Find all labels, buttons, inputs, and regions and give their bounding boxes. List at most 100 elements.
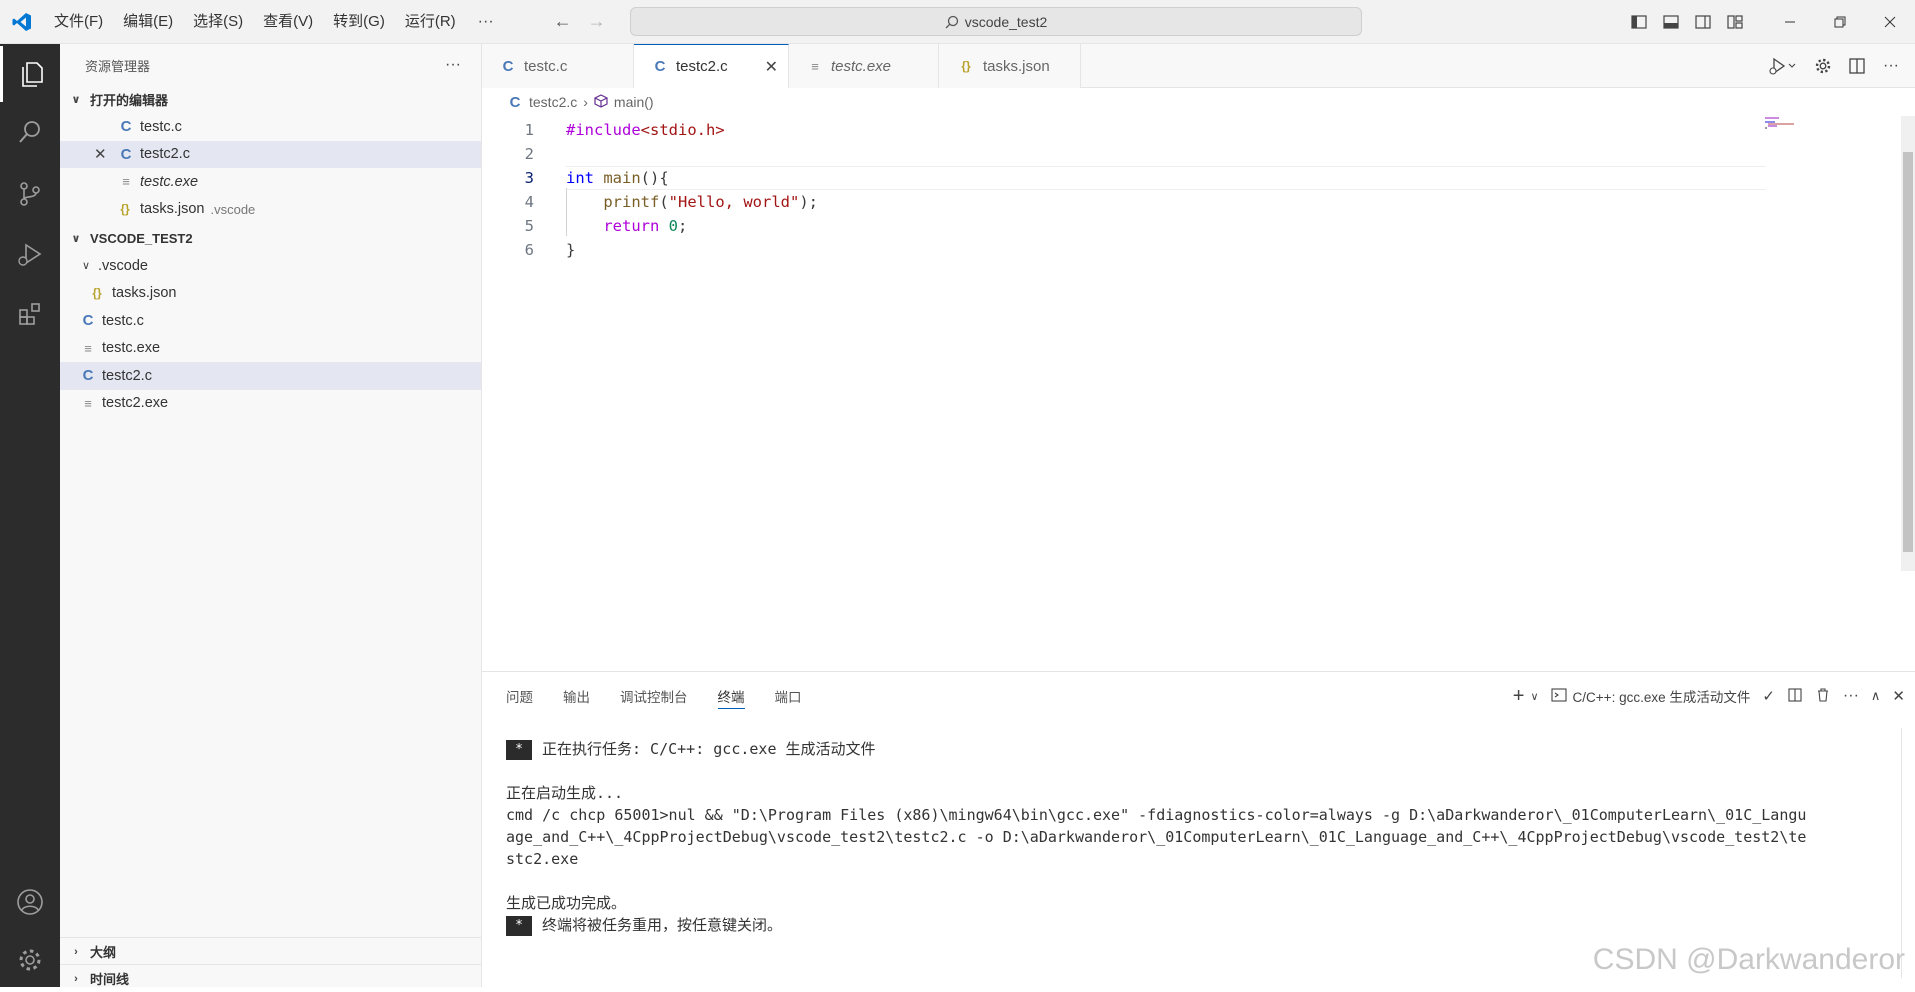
code-editor[interactable]: 1 #include<stdio.h> 2 3 int main(){ 4 pr… [482,116,1915,671]
tab-debug-console[interactable]: 调试控制台 [620,672,688,720]
run-and-debug-icon[interactable] [0,226,60,282]
breadcrumb-symbol[interactable]: main() [614,94,654,110]
trash-icon[interactable] [1815,687,1831,706]
open-editors-header[interactable]: ∨ 打开的编辑器 [60,86,481,113]
tab-ports[interactable]: 端口 [775,672,802,720]
workspace-header[interactable]: ∨ VSCODE_TEST2 [60,225,481,252]
more-actions-button[interactable]: ··· [1877,57,1905,75]
timeline-section-header[interactable]: › 时间线 [60,964,482,992]
file-item[interactable]: C testc.c [60,307,481,335]
menu-selection[interactable]: 选择(S) [183,7,253,37]
manage-gear-icon[interactable] [0,932,60,988]
new-terminal-plus-icon[interactable]: + [1513,685,1525,708]
close-editor-icon[interactable]: ✕ [94,145,107,163]
folder-label: .vscode [98,257,148,274]
source-control-icon[interactable] [0,166,60,222]
outline-title: 大纲 [90,945,117,960]
toggle-panel-icon[interactable] [1655,0,1687,44]
close-tab-icon[interactable]: ✕ [765,57,778,77]
open-editor-item-active[interactable]: ✕ C testc2.c [60,140,481,168]
watermark: CSDN @Darkwanderor [1592,943,1905,976]
editor-actions: ··· [1761,44,1905,88]
tab-tasks-json[interactable]: {} tasks.json [939,44,1081,88]
code-token: ); [799,193,818,211]
title-right-controls [1623,0,1915,44]
file-label: testc2.c [102,367,152,384]
open-editor-item[interactable]: ≡ testc.exe [60,168,481,196]
terminal-line: stc2.exe [506,850,579,868]
tab-problems[interactable]: 问题 [506,672,533,720]
terminal-line: * 终端将被任务重用，按任意键关闭。 [506,914,1886,936]
run-debug-icon[interactable] [1761,57,1803,75]
file-item-selected[interactable]: C testc2.c [60,362,481,390]
maximize-panel-icon[interactable]: ∧ [1871,688,1881,704]
code-token: ( [659,193,669,211]
minimap[interactable] [1765,117,1825,137]
toggle-primary-sidebar-icon[interactable] [1623,0,1655,44]
open-editor-label: testc.exe [140,173,199,190]
menu-view[interactable]: 查看(V) [253,7,323,37]
menu-edit[interactable]: 编辑(E) [113,7,183,37]
customize-layout-icon[interactable] [1719,0,1751,44]
editor-scrollbar[interactable] [1901,116,1915,571]
menu-run[interactable]: 运行(R) [395,7,466,37]
tab-label: testc.exe [831,57,892,75]
split-editor-icon[interactable] [1843,57,1871,75]
sidebar-more-button[interactable]: ··· [445,56,461,74]
code-token: return [603,217,660,235]
forward-arrow-icon[interactable]: → [580,11,614,32]
minimize-icon[interactable] [1765,0,1815,44]
tab-testc2-c[interactable]: C testc2.c ✕ [634,44,789,88]
restore-icon[interactable] [1815,0,1865,44]
folder-item[interactable]: ∨ .vscode [60,252,481,280]
line-number: 4 [524,193,534,211]
tab-testc-exe[interactable]: ≡ testc.exe [789,44,939,88]
back-arrow-icon[interactable]: ← [546,11,580,32]
tab-testc-c[interactable]: C testc.c [482,44,634,88]
open-editors-title: 打开的编辑器 [90,93,169,108]
close-window-icon[interactable] [1865,0,1915,44]
settings-gear-icon[interactable] [1809,57,1837,75]
menu-more-button[interactable]: ··· [466,13,506,31]
chevron-down-icon[interactable]: ∨ [1530,690,1538,703]
split-terminal-icon[interactable] [1787,687,1803,706]
file-item[interactable]: ≡ testc.exe [60,335,481,363]
line-number: 6 [524,241,534,259]
explorer-icon[interactable] [0,46,60,102]
open-editor-item[interactable]: {} tasks.json .vscode [60,196,481,224]
file-item[interactable]: ≡ testc2.exe [60,390,481,418]
terminal-name[interactable]: C/C++: gcc.exe 生成活动文件 [1573,686,1751,706]
extensions-icon[interactable] [0,286,60,342]
outline-section-header[interactable]: › 大纲 [60,937,482,965]
open-editor-label: testc.c [140,118,182,135]
file-item[interactable]: {} tasks.json [60,280,481,308]
close-panel-icon[interactable]: ✕ [1892,687,1905,705]
tab-output[interactable]: 输出 [563,672,590,720]
search-icon[interactable] [0,104,60,160]
c-file-icon: C [654,58,666,75]
title-bar: 文件(F) 编辑(E) 选择(S) 查看(V) 转到(G) 运行(R) ··· … [0,0,1915,44]
open-editor-item[interactable]: C testc.c [60,113,481,141]
file-label: testc.c [102,312,144,329]
menu-go[interactable]: 转到(G) [323,7,395,37]
toggle-secondary-sidebar-icon[interactable] [1687,0,1719,44]
line-number: 2 [524,145,534,163]
task-badge: * [506,739,532,760]
accounts-icon[interactable] [0,874,60,930]
terminal-text: 正在执行任务: C/C++: gcc.exe 生成活动文件 [542,740,876,758]
chevron-down-icon: ∨ [71,94,81,106]
scrollbar-thumb[interactable] [1903,152,1913,552]
c-file-icon: C [120,145,132,163]
search-icon [945,15,958,28]
file-label: tasks.json [112,285,177,302]
terminal-output[interactable]: * 正在执行任务: C/C++: gcc.exe 生成活动文件 正在启动生成...… [506,728,1886,936]
command-center-search[interactable]: vscode_test2 [630,7,1362,36]
command-center-text: vscode_test2 [964,13,1048,30]
terminal-scrollbar[interactable] [1901,728,1915,978]
code-token: main [603,169,641,187]
tab-terminal[interactable]: 终端 [717,683,745,709]
more-actions-button[interactable]: ··· [1843,687,1859,705]
menu-file[interactable]: 文件(F) [44,7,113,37]
breadcrumb-file[interactable]: testc2.c [529,94,577,110]
